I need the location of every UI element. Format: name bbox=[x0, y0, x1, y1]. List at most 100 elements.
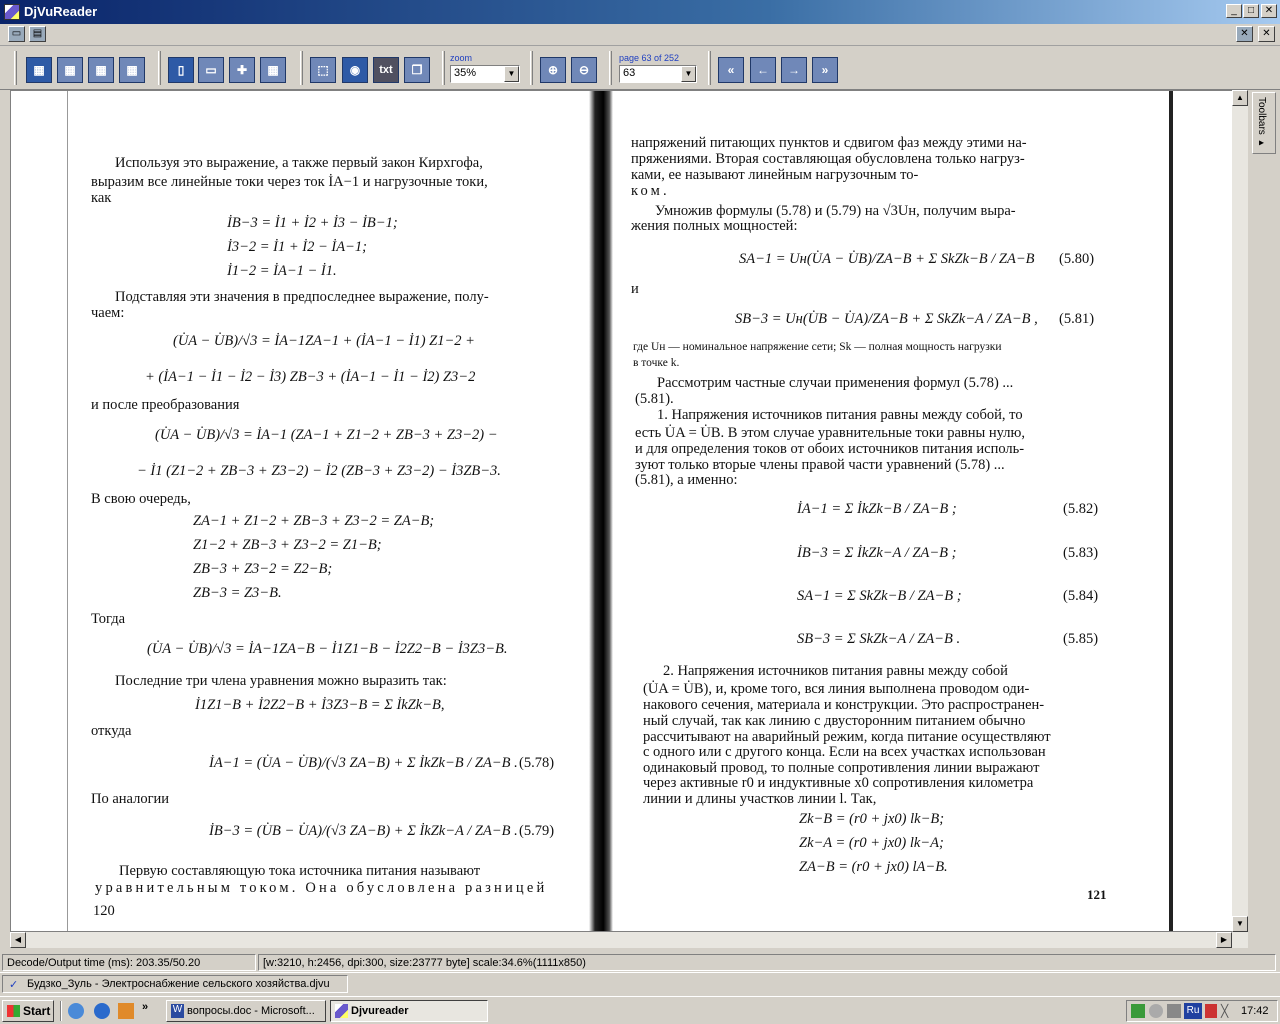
language-indicator[interactable]: Ru bbox=[1184, 1003, 1202, 1019]
speaker-icon[interactable] bbox=[1167, 1004, 1181, 1018]
layout-facing-icon[interactable]: ▦ bbox=[88, 57, 114, 83]
windows-logo-icon bbox=[7, 1005, 20, 1017]
vertical-scrollbar[interactable]: ▲ ▼ bbox=[1232, 90, 1248, 932]
minimize-button[interactable]: _ bbox=[1226, 4, 1242, 18]
zoom-value: 35% bbox=[454, 67, 477, 79]
scroll-right-icon[interactable]: ▶ bbox=[1216, 932, 1232, 948]
folder-icon[interactable]: ▭ bbox=[8, 26, 25, 42]
start-button[interactable]: Start bbox=[2, 1000, 54, 1022]
right-page: напряжений питающих пунктов и сдвигом фа… bbox=[613, 91, 1173, 931]
toolbar-grip[interactable] bbox=[158, 51, 161, 85]
text-line: жения полных мощностей: bbox=[631, 218, 798, 234]
scroll-up-icon[interactable]: ▲ bbox=[1232, 90, 1248, 106]
text-line: выразим все линейные токи через ток İA−1… bbox=[91, 174, 488, 190]
formula: − İ1 (Z1−2 + ZB−3 + Z3−2) − İ2 (ZB−3 + Z… bbox=[137, 463, 501, 479]
task-djvureader-label: Djvureader bbox=[351, 1005, 409, 1017]
previous-page-icon[interactable]: ← bbox=[750, 57, 776, 83]
mdi-close-icon[interactable]: ✕ bbox=[1236, 26, 1253, 42]
formula: ZA−1 + Z1−2 + ZB−3 + Z3−2 = ZA−B; bbox=[193, 513, 435, 529]
scan-shadow bbox=[589, 91, 613, 931]
toolbar-grip[interactable] bbox=[708, 51, 711, 85]
page-value: 63 bbox=[623, 67, 636, 79]
document-tab-label: Будзко_Зуль - Электроснабжение сельского… bbox=[27, 978, 330, 990]
checkmark-icon: ✓ bbox=[9, 979, 19, 991]
mdi-close-button[interactable]: ✕ bbox=[1258, 26, 1275, 42]
text-mode-button[interactable]: txt bbox=[373, 57, 399, 83]
footnote-line: где Uн — номинальное напряжение сети; Sk… bbox=[633, 341, 1002, 353]
next-page-icon[interactable]: → bbox=[781, 57, 807, 83]
layout-facing-continuous-icon[interactable]: ▦ bbox=[119, 57, 145, 83]
text-line: накового сечения, материала и конструкци… bbox=[643, 697, 1045, 713]
task-word[interactable]: W вопросы.doc - Microsoft... bbox=[166, 1000, 326, 1022]
formula: (U̇A − U̇B)/√3 = İA−1ZA−1 + (İA−1 − İ1) … bbox=[173, 333, 475, 349]
status-timing: Decode/Output time (ms): 203.35/50.20 bbox=[2, 954, 256, 971]
task-djvureader[interactable]: Djvureader bbox=[330, 1000, 488, 1022]
zoom-out-icon[interactable]: ⊖ bbox=[571, 57, 597, 83]
close-button[interactable]: ✕ bbox=[1261, 4, 1277, 18]
tool-icon[interactable]: ╳ bbox=[1221, 1004, 1235, 1018]
first-page-icon[interactable]: « bbox=[718, 57, 744, 83]
formula: SB−3 = Uн(U̇B − U̇A)/ZA−B + Σ SkZk−A / Z… bbox=[735, 311, 1038, 327]
single-page-icon[interactable]: ▯ bbox=[168, 57, 194, 83]
app-icon[interactable] bbox=[4, 4, 20, 20]
text-line: (U̇A = U̇B), и, кроме того, вся линия вы… bbox=[643, 681, 1030, 697]
text-line: В свою очередь, bbox=[91, 491, 191, 507]
formula: SA−1 = Σ SkZk−B / ZA−B ; bbox=[797, 588, 962, 604]
window-title: DjVuReader bbox=[24, 4, 98, 19]
text-line: 1. Напряжения источников питания равны м… bbox=[657, 407, 1023, 423]
toolbar-grip[interactable] bbox=[300, 51, 303, 85]
text-line: По аналогии bbox=[91, 791, 170, 807]
search-icon[interactable] bbox=[1149, 1004, 1163, 1018]
chevron-down-icon[interactable]: ▼ bbox=[504, 66, 519, 82]
layout-single-icon[interactable]: ▦ bbox=[26, 57, 52, 83]
last-page-icon[interactable]: » bbox=[812, 57, 838, 83]
network-icon[interactable] bbox=[1131, 1004, 1145, 1018]
equation-number: (5.78) bbox=[519, 755, 555, 771]
document-view[interactable]: Используя это выражение, а также первый … bbox=[10, 90, 1248, 932]
page-number: 121 bbox=[1087, 887, 1107, 902]
scroll-left-icon[interactable]: ◀ bbox=[10, 932, 26, 948]
text-line: Тогда bbox=[91, 611, 126, 627]
grid-view-icon[interactable]: ▦ bbox=[260, 57, 286, 83]
browser-icon[interactable] bbox=[68, 1003, 84, 1019]
document-icon[interactable]: ▤ bbox=[29, 26, 46, 42]
mdi-bar: ▭ ▤ ✕ ✕ bbox=[0, 24, 1280, 46]
horizontal-scrollbar[interactable]: ◀ ▶ bbox=[10, 932, 1248, 948]
text-line: и для определения токов от обоих источни… bbox=[635, 441, 1025, 457]
page-select[interactable]: 63 ▼ bbox=[619, 65, 697, 83]
toolbar-grip[interactable] bbox=[442, 51, 445, 85]
text-line: напряжений питающих пунктов и сдвигом фа… bbox=[631, 135, 1027, 151]
formula: Zk−A = (r0 + jx0) lk−A; bbox=[799, 835, 944, 851]
color-mode-icon[interactable]: ◉ bbox=[342, 57, 368, 83]
scroll-down-icon[interactable]: ▼ bbox=[1232, 916, 1248, 932]
text-line: чаем: bbox=[91, 305, 125, 321]
fit-page-icon[interactable]: ✚ bbox=[229, 57, 255, 83]
formula: (U̇A − U̇B)/√3 = İA−1 (ZA−1 + Z1−2 + ZB−… bbox=[155, 427, 498, 443]
copy-icon[interactable]: ❐ bbox=[404, 57, 430, 83]
zoom-in-icon[interactable]: ⊕ bbox=[540, 57, 566, 83]
djvu-icon bbox=[335, 1004, 348, 1018]
ie-icon[interactable] bbox=[94, 1003, 110, 1019]
task-word-label: вопросы.doc - Microsoft... bbox=[187, 1005, 315, 1017]
toolbars-tab[interactable]: Toolbars ▸ bbox=[1252, 92, 1276, 154]
quicklaunch-chevron[interactable]: » bbox=[142, 1001, 148, 1013]
firefox-icon[interactable] bbox=[118, 1003, 134, 1019]
equation-number: (5.81) bbox=[1059, 311, 1095, 327]
antivirus-icon[interactable] bbox=[1205, 1004, 1217, 1018]
text-line: откуда bbox=[91, 723, 132, 739]
toolbar-grip[interactable] bbox=[609, 51, 612, 85]
clock: 17:42 bbox=[1241, 1005, 1269, 1017]
layout-continuous-icon[interactable]: ▦ bbox=[57, 57, 83, 83]
title-bar[interactable]: DjVuReader _ □ ✕ bbox=[0, 0, 1280, 24]
text-line: Рассмотрим частные случаи применения фор… bbox=[657, 375, 1014, 391]
right-sidebar bbox=[1248, 90, 1280, 952]
chevron-down-icon[interactable]: ▼ bbox=[681, 66, 696, 82]
maximize-button[interactable]: □ bbox=[1243, 4, 1259, 18]
text-line: (5.81), а именно: bbox=[635, 472, 738, 488]
two-pages-icon[interactable]: ▭ bbox=[198, 57, 224, 83]
select-area-icon[interactable]: ⬚ bbox=[310, 57, 336, 83]
zoom-select[interactable]: 35% ▼ bbox=[450, 65, 520, 83]
toolbar-grip[interactable] bbox=[14, 51, 17, 85]
document-tab[interactable]: ✓ Будзко_Зуль - Электроснабжение сельско… bbox=[2, 975, 348, 993]
toolbar-grip[interactable] bbox=[530, 51, 533, 85]
